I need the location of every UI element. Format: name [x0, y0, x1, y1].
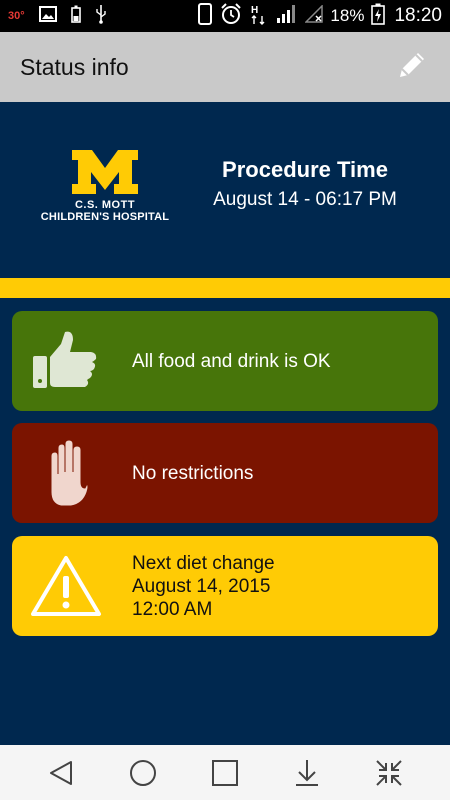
- pencil-icon: [396, 49, 428, 86]
- food-status-text: All food and drink is OK: [132, 350, 331, 372]
- recents-icon: [212, 759, 238, 786]
- home-button[interactable]: [121, 751, 165, 795]
- navigation-bar: [0, 745, 450, 800]
- recents-button[interactable]: [203, 751, 247, 795]
- restrictions-card[interactable]: No restrictions: [12, 423, 438, 523]
- usb-icon: [95, 4, 107, 29]
- status-bar: 30° H 18% 18:20: [0, 0, 450, 32]
- procedure-title: Procedure Time: [222, 157, 388, 182]
- procedure-time: August 14 - 06:17 PM: [213, 189, 397, 210]
- phone-outline-icon: [197, 2, 213, 30]
- collapse-button[interactable]: [367, 751, 411, 795]
- notification-pull-button[interactable]: [285, 751, 329, 795]
- collapse-icon: [376, 759, 402, 786]
- procedure-info: Procedure Time August 14 - 06:17 PM: [198, 157, 412, 211]
- home-icon: [130, 759, 156, 786]
- logo-line2: CHILDREN'S HOSPITAL: [40, 211, 170, 223]
- wifi-off-icon: [304, 3, 324, 28]
- edit-button[interactable]: [394, 49, 430, 85]
- thumbs-up-icon: [30, 325, 102, 397]
- logo-line1: C.S. MOTT: [74, 199, 136, 211]
- procedure-header: C.S. MOTT CHILDREN'S HOSPITAL Procedure …: [0, 102, 450, 278]
- diet-change-date: August 14, 2015: [132, 575, 271, 597]
- stop-hand-icon: [30, 437, 102, 509]
- warning-icon: [30, 550, 102, 622]
- download-icon: [296, 759, 318, 786]
- food-status-card[interactable]: All food and drink is OK: [12, 311, 438, 411]
- battery-percent: 18%: [330, 6, 365, 25]
- diet-change-card[interactable]: Next diet change August 14, 2015 12:00 A…: [12, 536, 438, 636]
- app-bar: Status info: [0, 32, 450, 102]
- back-button[interactable]: [39, 751, 83, 795]
- alarm-icon: [220, 2, 242, 30]
- gold-divider: [0, 278, 450, 298]
- block-m-icon: [72, 150, 138, 194]
- temperature-indicator: 30°: [8, 10, 25, 22]
- signal-bars-icon: [276, 4, 298, 29]
- clock: 18:20: [394, 5, 442, 26]
- back-icon: [50, 760, 72, 785]
- battery-small-icon: [70, 5, 81, 28]
- restrictions-text: No restrictions: [132, 462, 254, 484]
- diet-change-text: Next diet change August 14, 2015 12:00 A…: [132, 552, 275, 621]
- image-icon: [38, 5, 57, 27]
- hplus-signal-icon: H: [249, 3, 269, 30]
- diet-change-label: Next diet change: [132, 552, 275, 574]
- svg-text:H: H: [251, 5, 258, 16]
- diet-change-time: 12:00 AM: [132, 598, 213, 620]
- hospital-logo: C.S. MOTT CHILDREN'S HOSPITAL: [38, 148, 172, 238]
- battery-charging-icon: [371, 3, 386, 30]
- page-title: Status info: [20, 53, 129, 80]
